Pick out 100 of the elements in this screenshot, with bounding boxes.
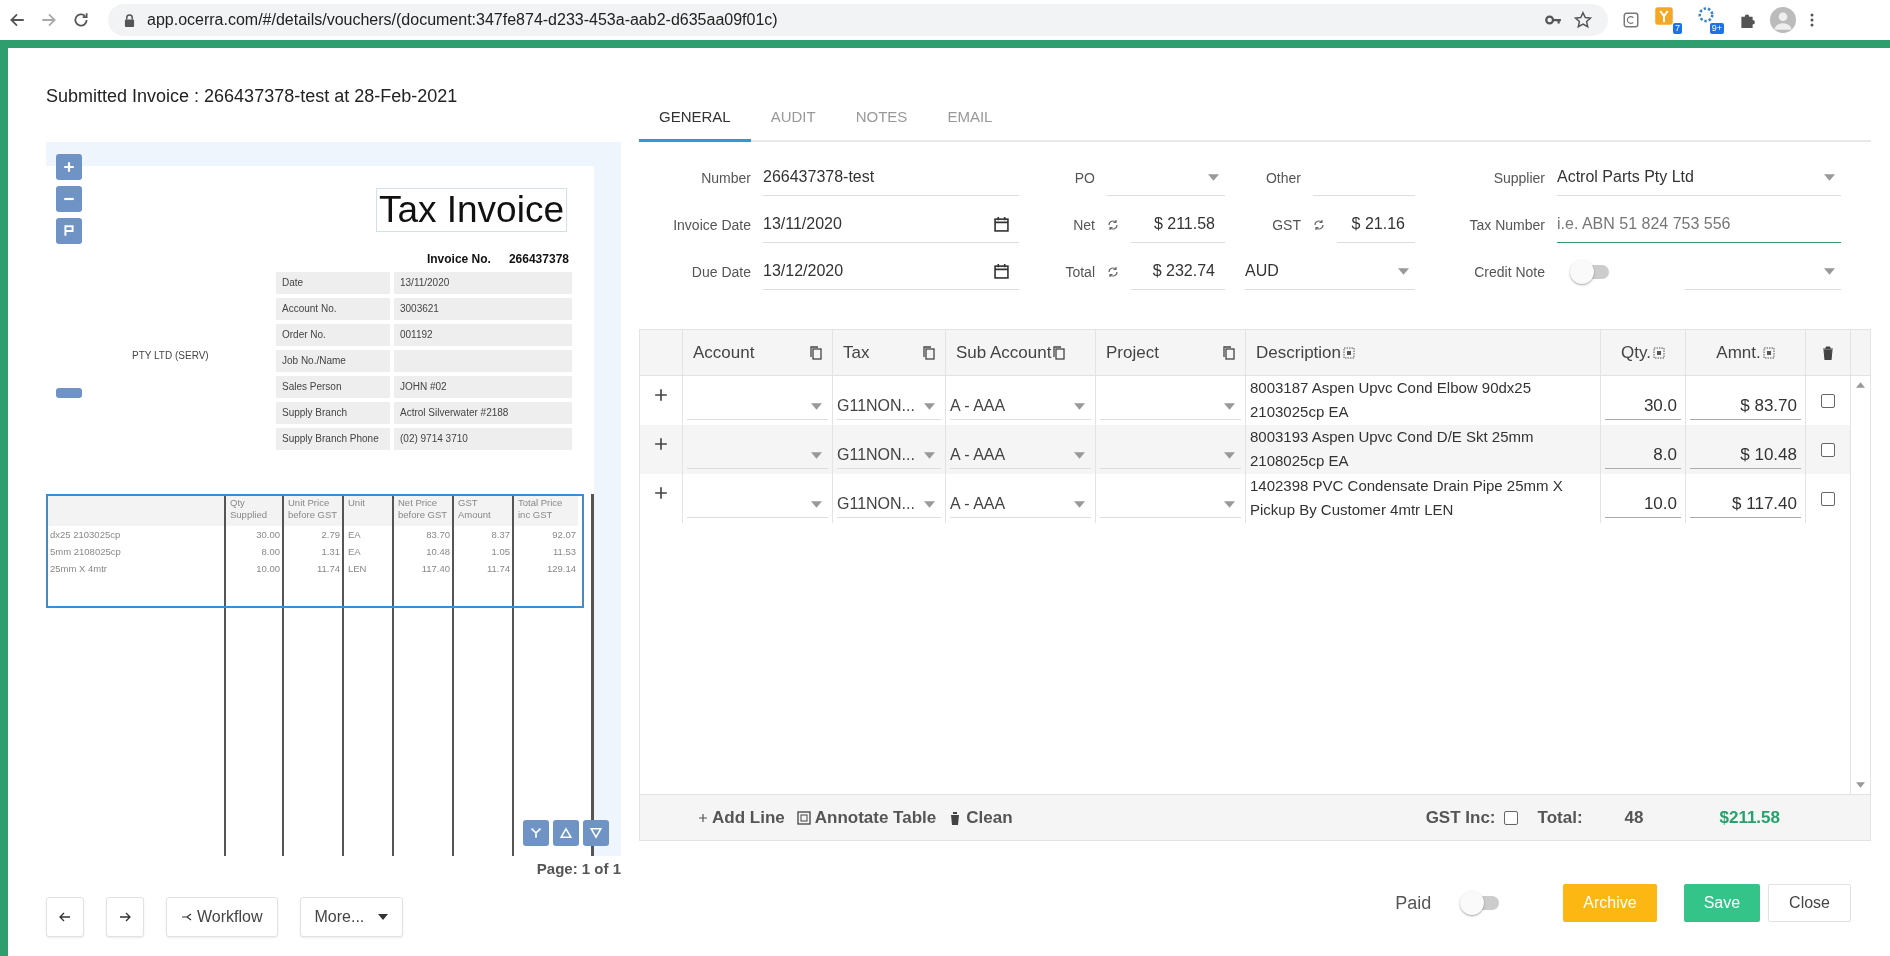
- amount-field[interactable]: $ 83.70: [1690, 393, 1801, 420]
- close-button[interactable]: Close: [1768, 884, 1851, 922]
- tax-select[interactable]: G11NON...: [837, 442, 941, 469]
- dropdown-arrow-icon: [1224, 451, 1235, 459]
- amount-field[interactable]: $ 211.58: [1131, 206, 1225, 243]
- fork-icon[interactable]: [523, 820, 549, 846]
- description-cell[interactable]: 1402398 PVC Condensate Drain Pipe 25mm X Pickup By Customer 4mtr LEN: [1245, 474, 1600, 523]
- dropdown-arrow-icon: [924, 500, 935, 508]
- add-icon[interactable]: [654, 437, 668, 451]
- dropdown-arrow-icon: [1074, 451, 1085, 459]
- row-checkbox[interactable]: [1821, 442, 1835, 457]
- menu-icon[interactable]: [1810, 12, 1814, 28]
- item-cell-text: 30.00: [255, 528, 281, 542]
- refresh-icon[interactable]: [1107, 265, 1119, 278]
- add-icon[interactable]: [654, 486, 668, 500]
- flag-icon[interactable]: [56, 218, 82, 244]
- input-field[interactable]: i.e. ABN 51 824 753 556: [1557, 206, 1841, 243]
- tax-select[interactable]: G11NON...: [837, 393, 941, 420]
- select-area-icon[interactable]: [1343, 346, 1356, 359]
- detail-label: Supply Branch Phone: [276, 428, 390, 450]
- select-field[interactable]: AUD: [1245, 253, 1415, 290]
- field-label: Other: [1265, 169, 1301, 186]
- dropdown-arrow-icon: [811, 402, 822, 410]
- field-label: GST: [1271, 216, 1301, 233]
- column-header: Unit: [344, 494, 392, 526]
- quantity-field[interactable]: 30.0: [1605, 393, 1681, 420]
- select-area-icon[interactable]: [1762, 346, 1775, 359]
- column-header: GST Amount: [454, 494, 512, 526]
- row-checkbox[interactable]: [1821, 491, 1835, 506]
- copy-icon[interactable]: [810, 345, 822, 360]
- scroll-down-icon[interactable]: [1855, 782, 1865, 788]
- previous-button[interactable]: [46, 897, 84, 937]
- annotation-handle[interactable]: [56, 388, 82, 398]
- forward-icon[interactable]: [40, 11, 58, 29]
- trash-icon[interactable]: [1822, 345, 1834, 360]
- address-bar[interactable]: app.ocerra.com/#/details/vouchers/(document:347fe874-d233-453a-aab2-d635aa09f01c): [108, 4, 1608, 36]
- add-icon[interactable]: [654, 388, 668, 402]
- workflow-button[interactable]: Workflow: [166, 897, 278, 937]
- zoom-in-icon[interactable]: [56, 154, 82, 180]
- refresh-icon[interactable]: [1313, 218, 1325, 231]
- annotate-icon: [796, 810, 811, 825]
- next-button[interactable]: [106, 897, 144, 937]
- extension-icon[interactable]: [1622, 11, 1640, 29]
- detail-value: 13/11/2020: [394, 272, 572, 294]
- zoom-out-icon[interactable]: [56, 186, 82, 212]
- detail-label: Supply Branch: [276, 402, 390, 424]
- star-icon[interactable]: [1574, 11, 1592, 29]
- add-line-button[interactable]: Add Line: [696, 807, 787, 828]
- field-label: Credit Note: [1473, 263, 1545, 280]
- more-dropdown[interactable]: More...: [299, 897, 404, 937]
- amount-field[interactable]: $ 21.16: [1337, 206, 1415, 243]
- field-label: Invoice Date: [672, 216, 751, 233]
- item-cell-text: 2.79: [320, 528, 341, 542]
- item-cell-text: 1.05: [490, 545, 511, 559]
- triangle-up-icon[interactable]: [553, 820, 579, 846]
- item-cell-text: 10.00: [255, 562, 281, 576]
- copy-icon[interactable]: [1223, 345, 1235, 360]
- column-title: Sub Account: [956, 342, 1052, 363]
- detail-value: Actrol Silverwater #2188: [394, 402, 572, 424]
- dropdown-arrow-icon: [1224, 500, 1235, 508]
- select-field[interactable]: Actrol Parts Pty Ltd: [1557, 159, 1841, 196]
- clean-button[interactable]: Clean: [946, 807, 1015, 828]
- item-cell-text: 11.74: [315, 562, 341, 576]
- sub-account-select[interactable]: A - AAA: [950, 491, 1091, 518]
- row-checkbox[interactable]: [1821, 393, 1835, 408]
- calendar-icon[interactable]: [994, 216, 1009, 232]
- tab[interactable]: GENERAL: [639, 96, 751, 142]
- text-field[interactable]: 266437378-test: [763, 159, 1019, 196]
- triangle-down-icon[interactable]: [583, 820, 609, 846]
- gst-inc-checkbox[interactable]: [1503, 810, 1518, 825]
- invoice-number-label: Invoice No.: [426, 252, 491, 266]
- amount-field[interactable]: $ 10.48: [1690, 442, 1801, 469]
- amount-field[interactable]: $ 117.40: [1690, 491, 1801, 518]
- workflow-icon: [181, 912, 193, 922]
- refresh-icon[interactable]: [1107, 218, 1119, 231]
- sub-account-select[interactable]: A - AAA: [950, 393, 1091, 420]
- calendar-icon[interactable]: [994, 263, 1009, 279]
- date-field[interactable]: 13/12/2020: [763, 253, 1019, 290]
- field-label: Due Date: [690, 263, 751, 280]
- extension-badge: 7: [1673, 23, 1682, 34]
- scroll-up-icon[interactable]: [1855, 382, 1865, 388]
- quantity-field[interactable]: 10.0: [1605, 491, 1681, 518]
- select-area-icon[interactable]: [1652, 346, 1665, 359]
- quantity-field[interactable]: 8.0: [1605, 442, 1681, 469]
- date-field[interactable]: 13/11/2020: [763, 206, 1019, 243]
- amount-field[interactable]: $ 232.74: [1131, 253, 1225, 290]
- item-cell-text: EA: [347, 528, 362, 542]
- annotate-table-button[interactable]: Annotate Table: [794, 807, 939, 828]
- item-cell-text: 129.14: [545, 562, 577, 576]
- reload-icon[interactable]: [72, 11, 90, 29]
- tax-select[interactable]: G11NON...: [837, 491, 941, 518]
- copy-icon[interactable]: [923, 345, 935, 360]
- customer-name: PTY LTD (SERV): [132, 350, 209, 361]
- copy-icon[interactable]: [1053, 345, 1066, 360]
- item-text: 5mm 2108025cp: [49, 545, 122, 559]
- dialog-title: Submitted Invoice : 266437378-test at 28-Feb-2021: [46, 86, 459, 108]
- detail-value: 3003621: [394, 298, 572, 320]
- back-icon[interactable]: [8, 11, 26, 29]
- sub-account-select[interactable]: A - AAA: [950, 442, 1091, 469]
- dropdown-arrow-icon: [1074, 402, 1085, 410]
